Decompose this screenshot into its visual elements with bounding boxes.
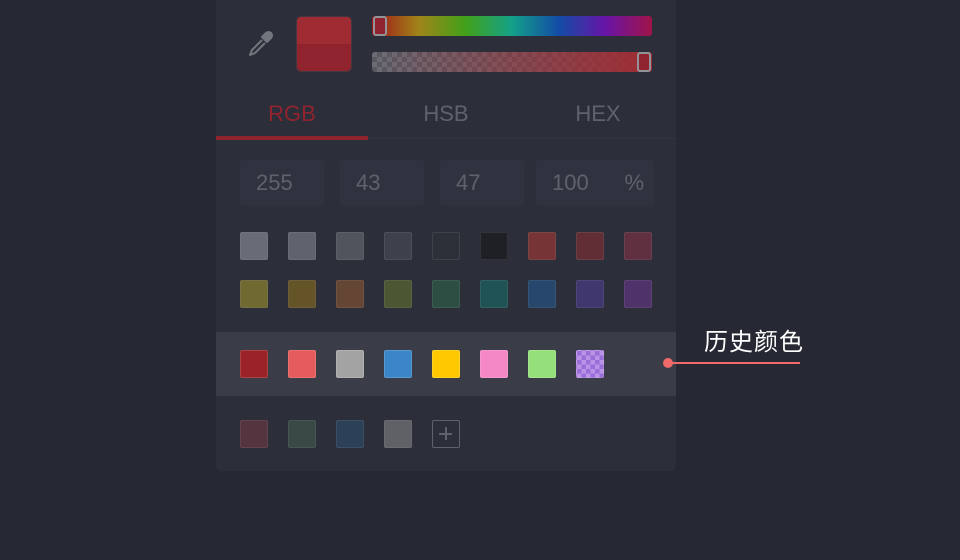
preset-swatch[interactable]	[576, 280, 604, 308]
history-swatch[interactable]	[528, 350, 556, 378]
add-color-button[interactable]	[432, 420, 460, 448]
preset-swatch[interactable]	[480, 280, 508, 308]
history-swatch[interactable]	[432, 350, 460, 378]
history-swatch[interactable]	[336, 350, 364, 378]
custom-swatch[interactable]	[240, 420, 268, 448]
active-tab-indicator	[216, 136, 368, 140]
alpha-slider[interactable]	[372, 52, 652, 72]
alpha-value: 100	[552, 170, 589, 195]
preset-swatch[interactable]	[624, 232, 652, 260]
preset-swatch[interactable]	[288, 232, 316, 260]
alpha-unit: %	[624, 170, 644, 195]
preset-swatch[interactable]	[432, 232, 460, 260]
preset-swatch[interactable]	[336, 232, 364, 260]
history-swatch[interactable]	[288, 350, 316, 378]
eyedropper-icon[interactable]	[244, 28, 276, 60]
preset-swatch[interactable]	[432, 280, 460, 308]
preset-swatch[interactable]	[336, 280, 364, 308]
alpha-input[interactable]: 100%	[536, 160, 654, 206]
red-value: 255	[256, 170, 293, 195]
history-swatch[interactable]	[480, 350, 508, 378]
preset-swatch[interactable]	[240, 280, 268, 308]
blue-value: 47	[456, 170, 481, 195]
history-colors-label: 历史颜色	[704, 329, 804, 356]
previous-color-swatch	[297, 44, 351, 71]
custom-swatch[interactable]	[384, 420, 412, 448]
current-color-swatch	[297, 17, 351, 44]
preset-swatch[interactable]	[288, 280, 316, 308]
preset-swatch[interactable]	[528, 232, 556, 260]
hue-slider-thumb[interactable]	[373, 16, 387, 36]
hue-slider[interactable]	[372, 16, 652, 36]
color-preview	[296, 16, 352, 72]
preset-swatch[interactable]	[240, 232, 268, 260]
green-value: 43	[356, 170, 381, 195]
tab-hsb[interactable]: HSB	[370, 96, 522, 136]
history-swatch[interactable]	[576, 350, 604, 378]
custom-swatch[interactable]	[336, 420, 364, 448]
preset-swatch[interactable]	[576, 232, 604, 260]
red-input[interactable]: 255	[240, 160, 324, 206]
preset-swatch[interactable]	[624, 280, 652, 308]
history-swatch[interactable]	[384, 350, 412, 378]
callout-line	[668, 362, 800, 364]
tab-hex[interactable]: HEX	[522, 96, 674, 136]
tab-rgb[interactable]: RGB	[216, 96, 368, 136]
green-input[interactable]: 43	[340, 160, 424, 206]
blue-input[interactable]: 47	[440, 160, 524, 206]
alpha-slider-thumb[interactable]	[637, 52, 651, 72]
preset-swatch[interactable]	[384, 280, 412, 308]
preset-swatch[interactable]	[384, 232, 412, 260]
preset-swatch[interactable]	[528, 280, 556, 308]
custom-swatch[interactable]	[288, 420, 316, 448]
history-swatch[interactable]	[240, 350, 268, 378]
preset-swatch[interactable]	[480, 232, 508, 260]
